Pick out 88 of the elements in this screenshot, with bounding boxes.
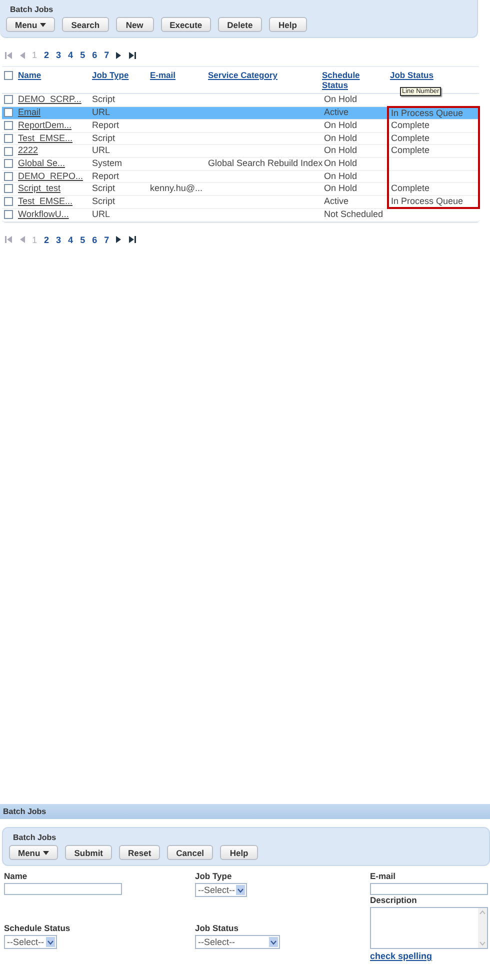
table-cell: Active bbox=[324, 107, 349, 118]
job-name-link[interactable]: DEMO_SCRP... bbox=[18, 94, 82, 104]
field-label: Schedule Status bbox=[4, 923, 70, 933]
toolbar-button[interactable]: Reset bbox=[119, 845, 160, 860]
toolbar-button[interactable]: Cancel bbox=[167, 845, 214, 860]
page-link[interactable]: 7 bbox=[104, 234, 110, 245]
table-cell: On Hold bbox=[324, 94, 358, 104]
job-name-link[interactable]: Global Se... bbox=[18, 158, 66, 168]
table-row[interactable]: Global Se... System Global Search Rebuild Index On Hold bbox=[2, 157, 479, 170]
toolbar-button[interactable]: Search bbox=[62, 17, 109, 32]
table-cell: On Hold bbox=[324, 170, 358, 181]
table-cell: Active bbox=[324, 196, 349, 206]
table-row[interactable]: Email URL Active In Process Queue bbox=[2, 106, 479, 120]
page-link[interactable]: 4 bbox=[68, 50, 74, 60]
table-cell: Script bbox=[92, 94, 116, 104]
select-dropdown[interactable]: --Select-- bbox=[195, 935, 280, 949]
table-cell: Report bbox=[92, 120, 120, 130]
table-cell: Complete bbox=[391, 183, 430, 194]
job-name-link[interactable]: ReportDem... bbox=[18, 120, 72, 130]
table-cell: URL bbox=[92, 209, 110, 220]
page-link[interactable]: 2 bbox=[44, 50, 50, 60]
table-cell: Script bbox=[92, 132, 116, 143]
table-cell: On Hold bbox=[324, 183, 358, 194]
table-cell: Script bbox=[92, 196, 116, 206]
table-cell: Global Search Rebuild Index bbox=[208, 158, 323, 168]
job-name-link[interactable]: 2222 bbox=[18, 145, 38, 156]
column-header[interactable]: Schedule Status bbox=[322, 70, 386, 90]
table-cell: Complete bbox=[391, 132, 430, 143]
field-label: E-mail bbox=[370, 871, 396, 881]
page-link[interactable]: 5 bbox=[80, 234, 86, 245]
page-link[interactable]: 2 bbox=[44, 234, 50, 245]
select-dropdown[interactable]: --Select-- bbox=[195, 883, 247, 897]
table-row[interactable]: ReportDem... Report On Hold Complete bbox=[2, 120, 479, 132]
page-link[interactable]: 7 bbox=[104, 50, 110, 60]
panel-title: Batch Jobs bbox=[9, 5, 54, 14]
table-cell: In Process Queue bbox=[391, 196, 464, 206]
table-row[interactable]: DEMO_REPO... Report On Hold bbox=[2, 170, 479, 183]
table-cell: On Hold bbox=[324, 132, 358, 143]
panel-title: Batch Jobs bbox=[12, 833, 58, 842]
job-name-link[interactable]: Script_test bbox=[18, 183, 61, 194]
page-link[interactable]: 5 bbox=[80, 50, 86, 60]
field-label: Name bbox=[4, 871, 28, 881]
toolbar-button[interactable]: Help bbox=[220, 845, 258, 860]
table-row[interactable]: WorkflowU... URL Not Scheduled bbox=[2, 208, 479, 222]
page-link[interactable]: 6 bbox=[92, 50, 98, 60]
toolbar-button[interactable]: Execute bbox=[160, 17, 212, 32]
field-label: Description bbox=[370, 895, 417, 905]
table-cell: On Hold bbox=[324, 158, 358, 168]
table-cell: System bbox=[92, 158, 122, 168]
table-row[interactable]: Test_EMSE... Script Active In Process Queue bbox=[2, 195, 479, 208]
job-name-link[interactable]: Test_EMSE... bbox=[18, 132, 73, 143]
table-cell: Report bbox=[92, 170, 120, 181]
toolbar-button[interactable]: New bbox=[116, 17, 154, 32]
check-spelling-link[interactable]: check spelling bbox=[370, 951, 432, 961]
page-link[interactable]: 3 bbox=[56, 234, 62, 245]
menu-button[interactable]: Menu bbox=[6, 17, 56, 32]
toolbar-button[interactable]: Help bbox=[268, 17, 307, 32]
page-link[interactable]: 3 bbox=[56, 50, 62, 60]
table-cell: URL bbox=[92, 145, 110, 156]
select-dropdown[interactable]: --Select-- bbox=[4, 935, 57, 949]
column-header[interactable]: Job Type bbox=[92, 70, 129, 80]
table-cell: Script bbox=[92, 183, 116, 194]
column-header[interactable]: Name bbox=[18, 70, 42, 80]
table-cell: On Hold bbox=[324, 120, 358, 130]
table-cell: On Hold bbox=[324, 145, 358, 156]
column-header[interactable]: Job Status bbox=[390, 70, 434, 80]
column-header[interactable]: E-mail bbox=[150, 70, 176, 80]
section-bar: Batch Jobs bbox=[0, 804, 490, 819]
menu-button[interactable]: Menu bbox=[9, 845, 58, 860]
table-row[interactable]: 2222 URL On Hold Complete bbox=[2, 144, 479, 158]
table-row[interactable]: Test_EMSE... Script On Hold Complete bbox=[2, 132, 479, 145]
toolbar-button[interactable]: Submit bbox=[65, 845, 112, 860]
field-label: Job Status bbox=[195, 923, 238, 933]
column-header[interactable]: Service Category bbox=[208, 70, 278, 80]
table-cell: In Process Queue bbox=[391, 108, 464, 118]
page-link[interactable]: 4 bbox=[68, 234, 74, 245]
table-cell: URL bbox=[92, 107, 110, 118]
table-cell: Complete bbox=[391, 120, 430, 130]
job-name-link[interactable]: WorkflowU... bbox=[18, 209, 69, 220]
toolbar-button[interactable]: Delete bbox=[218, 17, 262, 32]
table-cell: Complete bbox=[391, 145, 430, 156]
job-name-link[interactable]: DEMO_REPO... bbox=[18, 170, 84, 181]
page-link[interactable]: 6 bbox=[92, 234, 98, 245]
table-cell: Not Scheduled bbox=[324, 209, 384, 220]
table-cell: kenny.hu@... bbox=[150, 183, 202, 194]
field-label: Job Type bbox=[195, 871, 232, 881]
table-row[interactable]: Script_test Script kenny.hu@... On Hold Complete bbox=[2, 182, 479, 196]
job-name-link[interactable]: Test_EMSE... bbox=[18, 196, 73, 206]
